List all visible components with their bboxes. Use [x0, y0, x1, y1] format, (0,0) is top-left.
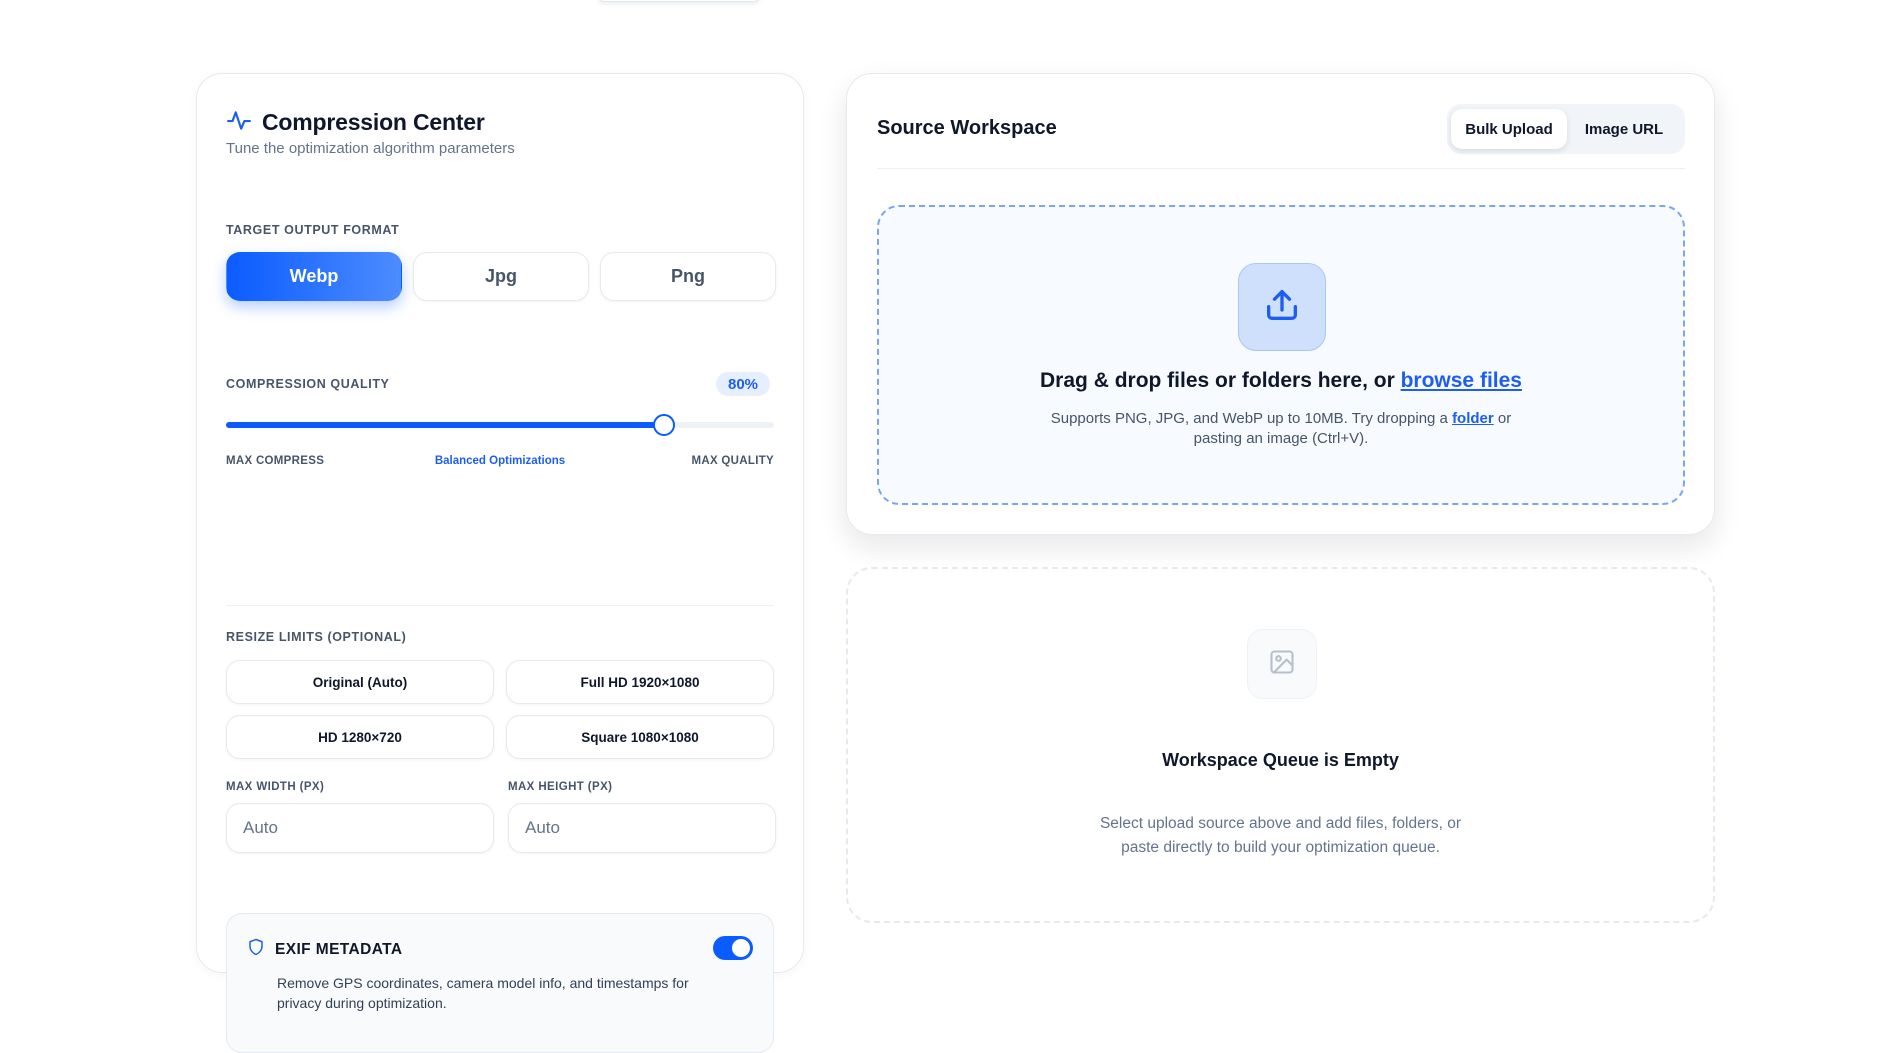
- source-divider: [877, 168, 1685, 169]
- resize-hd-button[interactable]: HD 1280×720: [226, 715, 494, 759]
- source-tabs: Bulk Upload Image URL: [1447, 104, 1685, 154]
- drop-subtext-part: Supports PNG, JPG, and WebP up to 10MB. …: [1050, 410, 1453, 427]
- max-height-input[interactable]: [508, 803, 776, 853]
- drop-heading-text: Drag & drop files or folders here, or: [1040, 369, 1401, 392]
- drop-subtext-line-2: pasting an image (Ctrl+V).: [1193, 430, 1369, 447]
- exif-metadata-card: EXIF METADATA Remove GPS coordinates, ca…: [226, 913, 774, 1053]
- panel-header: Compression Center: [226, 107, 485, 138]
- format-webp-button[interactable]: Webp: [226, 252, 402, 301]
- workspace-queue-panel: Workspace Queue is Empty Select upload s…: [846, 567, 1715, 923]
- format-png-button[interactable]: Png: [600, 252, 776, 301]
- drop-heading: Drag & drop files or folders here, or br…: [879, 369, 1683, 393]
- folder-link[interactable]: folder: [1452, 410, 1494, 427]
- panel-subtitle: Tune the optimization algorithm paramete…: [226, 140, 515, 157]
- drop-subtext-part: or: [1493, 410, 1512, 427]
- quality-slider-thumb[interactable]: [653, 414, 676, 436]
- resize-label: RESIZE LIMITS (OPTIONAL): [226, 630, 407, 644]
- compression-center-panel: Compression Center Tune the optimization…: [196, 73, 804, 1053]
- exif-toggle[interactable]: [713, 936, 753, 960]
- format-label: TARGET OUTPUT FORMAT: [226, 223, 400, 237]
- resize-square-button[interactable]: Square 1080×1080: [506, 715, 774, 759]
- exif-header: EXIF METADATA: [247, 938, 402, 961]
- queue-description-line-1: Select upload source above and add files…: [1099, 815, 1462, 832]
- image-placeholder-icon: [1268, 648, 1296, 681]
- browse-files-link[interactable]: browse files: [1401, 369, 1522, 392]
- max-height-label: MAX HEIGHT (PX): [508, 781, 613, 793]
- exif-description: Remove GPS coordinates, camera model inf…: [277, 975, 689, 1011]
- drop-subtext: Supports PNG, JPG, and WebP up to 10MB. …: [879, 409, 1683, 449]
- activity-pulse-icon: [226, 107, 252, 138]
- format-jpg-button[interactable]: Jpg: [413, 252, 589, 301]
- source-title: Source Workspace: [877, 117, 1057, 139]
- upload-icon-tile: [1238, 263, 1326, 351]
- upload-dropzone[interactable]: Drag & drop files or folders here, or br…: [877, 205, 1685, 505]
- queue-description-line-2: paste directly to build your optimizatio…: [1121, 839, 1440, 856]
- tab-image-url[interactable]: Image URL: [1569, 109, 1679, 149]
- top-floating-pill: [598, 0, 760, 2]
- resize-full-hd-button[interactable]: Full HD 1920×1080: [506, 660, 774, 704]
- max-width-label: MAX WIDTH (PX): [226, 781, 325, 793]
- section-divider: [226, 605, 774, 606]
- max-width-input[interactable]: [226, 803, 494, 853]
- tab-bulk-upload[interactable]: Bulk Upload: [1451, 109, 1567, 149]
- shield-icon: [247, 938, 265, 961]
- queue-description: Select upload source above and add files…: [848, 812, 1713, 860]
- resize-original-button[interactable]: Original (Auto): [226, 660, 494, 704]
- queue-title: Workspace Queue is Empty: [1162, 750, 1399, 770]
- resize-presets: Original (Auto) Full HD 1920×1080 HD 128…: [226, 660, 774, 759]
- drop-subtext-line-1: Supports PNG, JPG, and WebP up to 10MB. …: [879, 409, 1683, 429]
- quality-slider-fill: [226, 422, 665, 428]
- upload-icon: [1262, 285, 1302, 330]
- format-selector: Webp Jpg Png: [226, 252, 776, 301]
- slider-max-label: MAX QUALITY: [691, 455, 774, 467]
- quality-value-badge: 80%: [716, 372, 771, 396]
- exif-title: EXIF METADATA: [275, 940, 403, 958]
- source-workspace-panel: Source Workspace Bulk Upload Image URL D…: [846, 73, 1715, 535]
- quality-label: COMPRESSION QUALITY: [226, 377, 390, 391]
- quality-slider[interactable]: [226, 414, 774, 436]
- panel-title: Compression Center: [262, 109, 485, 135]
- queue-icon-tile: [1247, 629, 1317, 699]
